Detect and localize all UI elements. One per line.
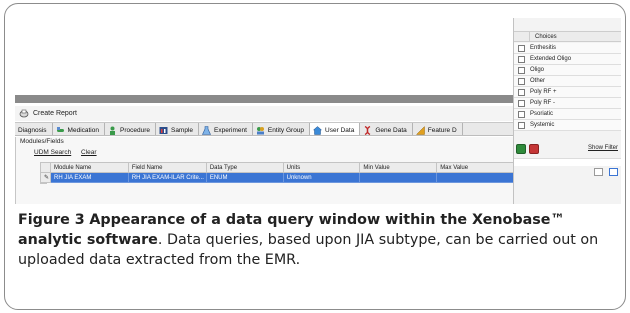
figure-caption: Figure 3 Appearance of a data query wind… [18,210,618,270]
choice-buttons [516,144,542,154]
checkbox-column-header [514,31,530,42]
fields-grid: Module Name Field Name Data Type Units M… [40,162,516,183]
show-filter-link[interactable]: Show Filter [588,145,618,151]
choice-checkbox[interactable] [518,121,525,129]
choice-label: Other [530,78,546,84]
tab-gene-data[interactable]: Gene Data [360,123,413,135]
choice-checkbox[interactable] [518,66,525,74]
choice-label: Extended Oligo [530,56,572,62]
tab-label: Experiment [214,126,247,134]
tab-diagnosis[interactable]: Diagnosis [15,123,53,135]
choice-checkbox[interactable] [518,55,525,63]
cancel-icon[interactable] [529,144,539,154]
report-icon [19,109,29,118]
choice-label: Systemic [530,122,555,128]
table-cell[interactable]: RH JIA EXAM [49,172,129,183]
panel-links: UDM Search Clear [34,149,105,156]
choice-checkbox[interactable] [518,77,525,85]
column-header[interactable]: Module Name [49,162,129,173]
row-edit-marker: ✎ [40,172,51,183]
choice-item[interactable]: Psoriatic [514,109,621,120]
tab-sample[interactable]: Sample [156,123,200,135]
sample-icon [159,126,168,135]
column-header[interactable]: Data Type [205,162,284,173]
tab-feature-data[interactable]: Feature D [413,123,463,135]
tab-label: Procedure [119,126,150,134]
choice-item[interactable]: Poly RF - [514,98,621,109]
clear-link[interactable]: Clear [81,149,97,156]
chevron-down-icon[interactable] [594,168,603,176]
column-header[interactable]: Field Name [127,162,207,173]
window-divider [15,95,513,103]
flask-icon [202,125,211,135]
choice-list: Enthesitis Extended Oligo Oligo Other Po… [514,43,621,131]
table-cell[interactable]: ENUM [205,172,284,183]
group-icon [256,126,265,135]
tab-medication[interactable]: Medication [53,123,105,135]
pill-icon [56,126,65,135]
feature-icon [415,125,425,135]
screenshot: Create Report Diagnosis Medication Proce… [15,18,621,204]
tab-label: User Data [325,126,355,134]
choice-item[interactable]: Poly RF + [514,87,621,98]
choice-label: Psoriatic [530,111,554,117]
tab-label: Sample [170,126,194,134]
table-cell[interactable]: Unknown [282,172,361,183]
person-icon [108,126,117,135]
choice-checkbox[interactable] [518,88,525,96]
table-cell[interactable]: RH JIA EXAM-ILAR Crite... [127,172,207,183]
modules-fields-panel: Modules/Fields UDM Search Clear Module N… [15,137,516,204]
choice-label: Poly RF - [530,100,556,106]
table-cell[interactable] [359,172,438,183]
tab-label: Gene Data [375,126,407,134]
column-header[interactable]: Min Value [359,162,438,173]
column-header[interactable]: Units [282,162,361,173]
tab-label: Medication [67,126,99,134]
choices-header-label: Choices [535,33,557,40]
apply-icon[interactable] [516,144,526,154]
choice-item[interactable]: Systemic [514,120,621,131]
gutter-header [40,162,51,173]
udm-search-link[interactable]: UDM Search [34,149,71,156]
tab-label: Diagnosis [18,126,47,134]
choices-footer [514,158,621,166]
choice-checkbox[interactable] [518,99,525,107]
tab-experiment[interactable]: Experiment [199,123,253,135]
caption-label: Figure 3 [18,212,85,228]
tab-user-data[interactable]: User Data [310,123,361,135]
tab-entity-group[interactable]: Entity Group [253,123,311,135]
tab-label: Entity Group [267,126,305,134]
choice-label: Oligo [530,67,545,73]
dna-icon [363,125,372,135]
panel-title: Modules/Fields [20,138,64,145]
choices-header: Choices [514,31,621,42]
choice-label: Enthesitis [530,45,557,51]
choice-item[interactable]: Extended Oligo [514,54,621,65]
choice-item[interactable]: Other [514,76,621,87]
choices-panel: Choices Enthesitis Extended Oligo Oligo … [513,18,621,204]
table-cell[interactable] [436,172,516,183]
table-row[interactable]: ✎ RH JIA EXAM RH JIA EXAM-ILAR Crite... … [40,172,516,183]
tab-label: Feature D [427,126,457,134]
create-report-button[interactable]: Create Report [15,106,513,121]
user-data-icon [312,125,323,135]
create-report-label: Create Report [33,110,77,117]
tab-procedure[interactable]: Procedure [105,123,156,135]
choice-checkbox[interactable] [518,110,525,118]
choice-checkbox[interactable] [518,44,525,52]
choice-label: Poly RF + [530,89,557,95]
choice-item[interactable]: Enthesitis [514,43,621,54]
figure-frame: Create Report Diagnosis Medication Proce… [4,3,626,310]
column-header[interactable]: Max Value [436,162,516,173]
tab-bar: Diagnosis Medication Procedure Sample Ex… [15,122,515,136]
row-checkbox[interactable] [609,168,618,176]
choice-item[interactable]: Oligo [514,65,621,76]
grid-header-row: Module Name Field Name Data Type Units M… [40,162,516,173]
